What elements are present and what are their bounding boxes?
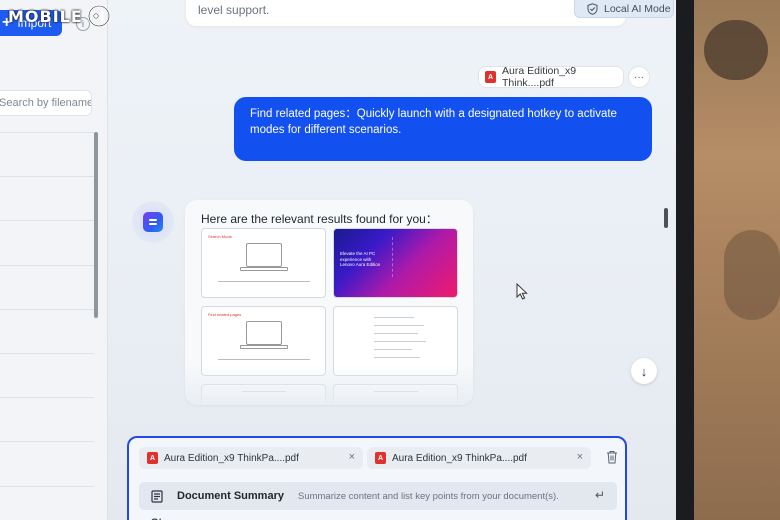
page-thumbnail[interactable]: Search Mode	[201, 228, 326, 298]
remove-attachment-icon[interactable]: ×	[349, 451, 355, 463]
divider	[0, 132, 94, 133]
laptop-illustration	[246, 243, 282, 267]
chat-scrollbar[interactable]	[664, 208, 668, 228]
divider	[0, 397, 94, 398]
laptop-illustration	[246, 321, 282, 345]
pdf-icon: A	[485, 71, 496, 83]
thumbnail-title: Search Mode	[208, 234, 232, 239]
thumbnail-title: Elevate the AI PC experience with Lenovo…	[340, 251, 381, 267]
assistant-avatar	[132, 201, 174, 243]
scroll-down-button[interactable]: ↓	[631, 358, 657, 384]
user-message-text: Find related pages：Quickly launch with a…	[250, 108, 617, 136]
divider	[0, 176, 94, 177]
page-thumbnail[interactable]: Elevate the AI PC experience with Lenovo…	[333, 228, 458, 298]
attachment-chip[interactable]: A Aura Edition_x9 ThinkPa....pdf ×	[367, 447, 591, 469]
assistant-message: Here are the relevant results found for …	[185, 200, 473, 405]
attachment-chip[interactable]: A Aura Edition_x9 ThinkPa....pdf ×	[139, 447, 363, 469]
mobile01-logo: MOBILE	[8, 4, 112, 28]
local-ai-mode-badge[interactable]: Local AI Mode	[574, 0, 674, 18]
mouse-cursor-icon	[516, 283, 528, 300]
filename-search-input[interactable]: Search by filename	[0, 90, 92, 116]
file-sidebar: + Import i Search by filename	[0, 0, 108, 520]
divider	[0, 486, 94, 487]
user-message: Find related pages：Quickly launch with a…	[234, 97, 652, 161]
attachment-name: Aura Edition_x9 ThinkPa....pdf	[392, 452, 527, 464]
composer-panel: A Aura Edition_x9 ThinkPa....pdf × A Aur…	[127, 436, 627, 520]
divider	[0, 309, 94, 310]
shield-check-icon	[587, 3, 598, 15]
divider	[0, 220, 94, 221]
attachment-name: Aura Edition_x9 ThinkPa....pdf	[164, 452, 299, 464]
divider	[0, 441, 94, 442]
divider	[0, 265, 94, 266]
ai-mode-label: Local AI Mode	[604, 3, 671, 15]
suggestion-description: Summarize content and list key points fr…	[297, 490, 559, 502]
file-name: Aura Edition_x9 Think....pdf	[502, 65, 577, 89]
logo-mark-icon	[87, 4, 110, 28]
previous-assistant-message: level support.	[186, 0, 626, 26]
logo-text: MOBILE	[8, 6, 83, 26]
background-scene	[694, 0, 780, 520]
divider	[0, 353, 94, 354]
app-window: + Import i Search by filename level supp…	[0, 0, 676, 520]
more-options-button[interactable]: ···	[628, 66, 650, 88]
assistant-message-text: Here are the relevant results found for …	[201, 212, 438, 226]
sidebar-scrollbar[interactable]	[94, 132, 98, 318]
suggestion-document-summary[interactable]: Document Summary Summarize content and l…	[139, 482, 617, 510]
thumbnail-title: Find related pages	[208, 312, 242, 317]
previous-message-text: level support.	[198, 3, 270, 17]
monitor-bezel	[676, 0, 694, 520]
pdf-icon: A	[375, 452, 386, 464]
trash-icon[interactable]	[606, 450, 618, 464]
suggestion-title: Document Summary	[177, 490, 284, 502]
pdf-icon: A	[147, 452, 158, 464]
document-icon	[151, 489, 163, 503]
ai-logo-icon	[143, 212, 163, 232]
enter-key-icon: ↵	[594, 488, 605, 502]
remove-attachment-icon[interactable]: ×	[577, 451, 583, 463]
user-attached-file[interactable]: A Aura Edition_x9 Think....pdf	[478, 65, 624, 89]
